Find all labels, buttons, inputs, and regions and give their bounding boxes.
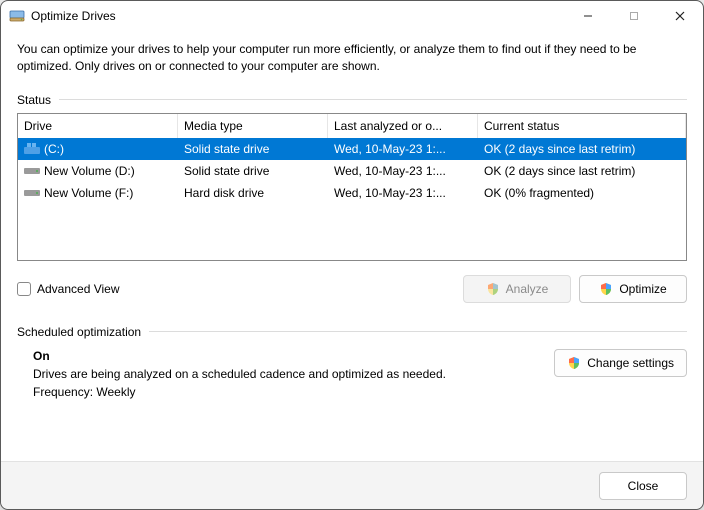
col-drive[interactable]: Drive	[18, 114, 178, 138]
divider	[149, 331, 687, 332]
below-list-controls: Advanced View Analyze	[17, 275, 687, 303]
advanced-view-checkbox[interactable]: Advanced View	[17, 282, 120, 296]
shield-icon	[486, 282, 500, 296]
scheduled-header: Scheduled optimization	[17, 325, 687, 339]
media-type: Hard disk drive	[178, 182, 328, 204]
maximize-button[interactable]	[611, 1, 657, 31]
col-status[interactable]: Current status	[478, 114, 686, 138]
media-type: Solid state drive	[178, 138, 328, 160]
last-analyzed: Wed, 10-May-23 1:...	[328, 160, 478, 182]
media-type: Solid state drive	[178, 160, 328, 182]
scheduled-label: Scheduled optimization	[17, 325, 141, 339]
status-section-header: Status	[17, 93, 687, 107]
minimize-button[interactable]	[565, 1, 611, 31]
analyze-button: Analyze	[463, 275, 571, 303]
schedule-frequency: Frequency: Weekly	[33, 385, 542, 399]
status-label: Status	[17, 93, 51, 107]
shield-icon	[599, 282, 613, 296]
titlebar: Optimize Drives	[1, 1, 703, 31]
col-last[interactable]: Last analyzed or o...	[328, 114, 478, 138]
change-settings-label: Change settings	[587, 356, 674, 370]
table-row[interactable]: (C:) Solid state drive Wed, 10-May-23 1:…	[18, 138, 686, 160]
drive-name: (C:)	[44, 142, 64, 156]
change-settings-button[interactable]: Change settings	[554, 349, 687, 377]
optimize-button[interactable]: Optimize	[579, 275, 687, 303]
content-area: You can optimize your drives to help you…	[1, 31, 703, 461]
description-text: You can optimize your drives to help you…	[17, 41, 687, 75]
shield-icon	[567, 356, 581, 370]
current-status: OK (2 days since last retrim)	[478, 160, 686, 182]
drive-name: New Volume (F:)	[44, 186, 133, 200]
col-media[interactable]: Media type	[178, 114, 328, 138]
optimize-drives-window: Optimize Drives You can optimize your dr…	[0, 0, 704, 510]
table-row[interactable]: New Volume (F:) Hard disk drive Wed, 10-…	[18, 182, 686, 204]
drive-name: New Volume (D:)	[44, 164, 135, 178]
table-row[interactable]: New Volume (D:) Solid state drive Wed, 1…	[18, 160, 686, 182]
last-analyzed: Wed, 10-May-23 1:...	[328, 138, 478, 160]
checkbox-icon	[17, 282, 31, 296]
current-status: OK (2 days since last retrim)	[478, 138, 686, 160]
schedule-description: Drives are being analyzed on a scheduled…	[33, 367, 542, 381]
scheduled-section: Scheduled optimization On Drives are bei…	[17, 325, 687, 399]
footer: Close	[1, 461, 703, 509]
window-title: Optimize Drives	[31, 9, 116, 23]
app-icon	[9, 8, 25, 24]
optimize-label: Optimize	[619, 282, 666, 296]
os-drive-icon	[24, 143, 40, 155]
hdd-icon	[24, 187, 40, 199]
divider	[59, 99, 687, 100]
hdd-icon	[24, 165, 40, 177]
close-window-button[interactable]	[657, 1, 703, 31]
last-analyzed: Wed, 10-May-23 1:...	[328, 182, 478, 204]
close-label: Close	[628, 479, 659, 493]
close-button[interactable]: Close	[599, 472, 687, 500]
advanced-view-label: Advanced View	[37, 282, 120, 296]
drive-list[interactable]: Drive Media type Last analyzed or o... C…	[17, 113, 687, 261]
current-status: OK (0% fragmented)	[478, 182, 686, 204]
column-headers[interactable]: Drive Media type Last analyzed or o... C…	[18, 114, 686, 138]
schedule-state: On	[33, 349, 542, 363]
analyze-label: Analyze	[506, 282, 549, 296]
